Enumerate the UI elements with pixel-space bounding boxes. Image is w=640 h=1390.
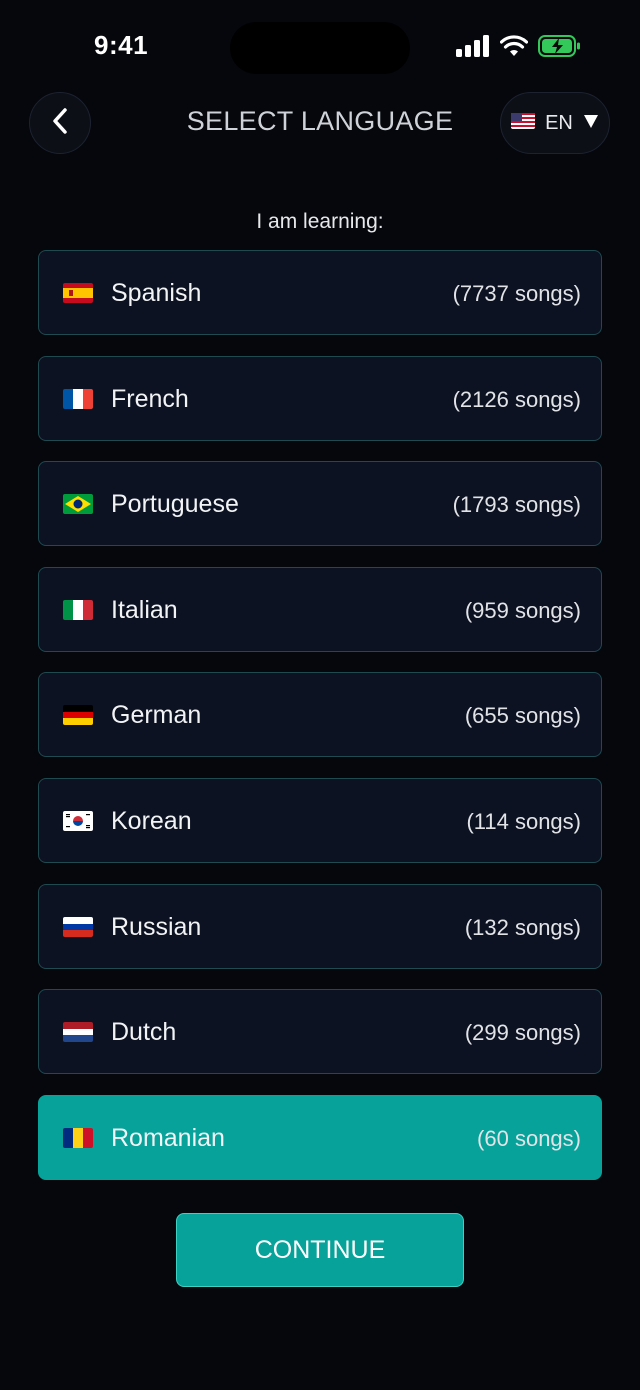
header: SELECT LANGUAGE EN [0, 90, 640, 156]
flag-ru-icon [63, 916, 93, 937]
language-row-french[interactable]: French (2126 songs) [38, 355, 602, 441]
language-row-dutch[interactable]: Dutch (299 songs) [38, 989, 602, 1075]
language-row-italian[interactable]: Italian (959 songs) [38, 566, 602, 652]
song-count: (655 songs) [464, 703, 581, 729]
flag-es-icon [63, 283, 93, 303]
song-count: (959 songs) [464, 597, 581, 623]
status-time: 9:41 [94, 30, 149, 60]
song-count: (132 songs) [464, 914, 581, 940]
language-row-portuguese[interactable]: Portuguese (1793 songs) [38, 461, 602, 547]
flag-de-icon [63, 705, 93, 726]
battery-charging-icon [538, 34, 582, 58]
triangle-down-icon [583, 113, 599, 134]
language-row-russian[interactable]: Russian (132 songs) [38, 883, 602, 969]
language-name: Portuguese [111, 490, 239, 519]
language-name: Romanian [111, 1123, 225, 1152]
song-count: (299 songs) [464, 1020, 581, 1046]
flag-fr-icon [63, 388, 93, 409]
flag-us-icon [511, 112, 536, 134]
language-name: German [111, 701, 202, 730]
flag-kr-icon [63, 810, 93, 831]
signal-icon [456, 35, 490, 57]
language-name: Dutch [111, 1018, 177, 1047]
status-icons [456, 34, 582, 58]
flag-it-icon [63, 599, 93, 620]
song-count: (1793 songs) [452, 492, 581, 518]
song-count: (60 songs) [477, 1125, 581, 1151]
page-title: SELECT LANGUAGE [186, 106, 454, 136]
flag-br-icon [63, 494, 93, 515]
back-button[interactable] [29, 92, 91, 154]
flag-ro-icon [63, 1127, 93, 1148]
language-row-romanian[interactable]: Romanian (60 songs) [38, 1094, 602, 1180]
flag-nl-icon [63, 1022, 93, 1043]
song-count: (2126 songs) [452, 386, 581, 412]
chevron-left-icon [49, 106, 71, 141]
language-row-german[interactable]: German (655 songs) [38, 672, 602, 758]
ui-language-dropdown[interactable]: EN [500, 92, 610, 154]
status-bar: 9:41 [0, 0, 640, 90]
language-list: Spanish (7737 songs) French (2126 songs)… [38, 250, 602, 1200]
song-count: (7737 songs) [452, 281, 581, 306]
continue-button[interactable]: CONTINUE [176, 1213, 464, 1287]
language-row-spanish[interactable]: Spanish (7737 songs) [38, 250, 602, 335]
language-name: Spanish [111, 279, 202, 307]
ui-language-code: EN [545, 111, 573, 134]
dynamic-island [230, 22, 410, 74]
language-name: French [111, 384, 189, 413]
language-name: Italian [111, 595, 178, 624]
song-count: (114 songs) [466, 808, 581, 834]
language-row-korean[interactable]: Korean (114 songs) [38, 777, 602, 863]
language-name: Russian [111, 912, 202, 941]
language-name: Korean [111, 806, 192, 835]
learning-prompt: I am learning: [256, 210, 384, 233]
wifi-icon [500, 35, 528, 57]
